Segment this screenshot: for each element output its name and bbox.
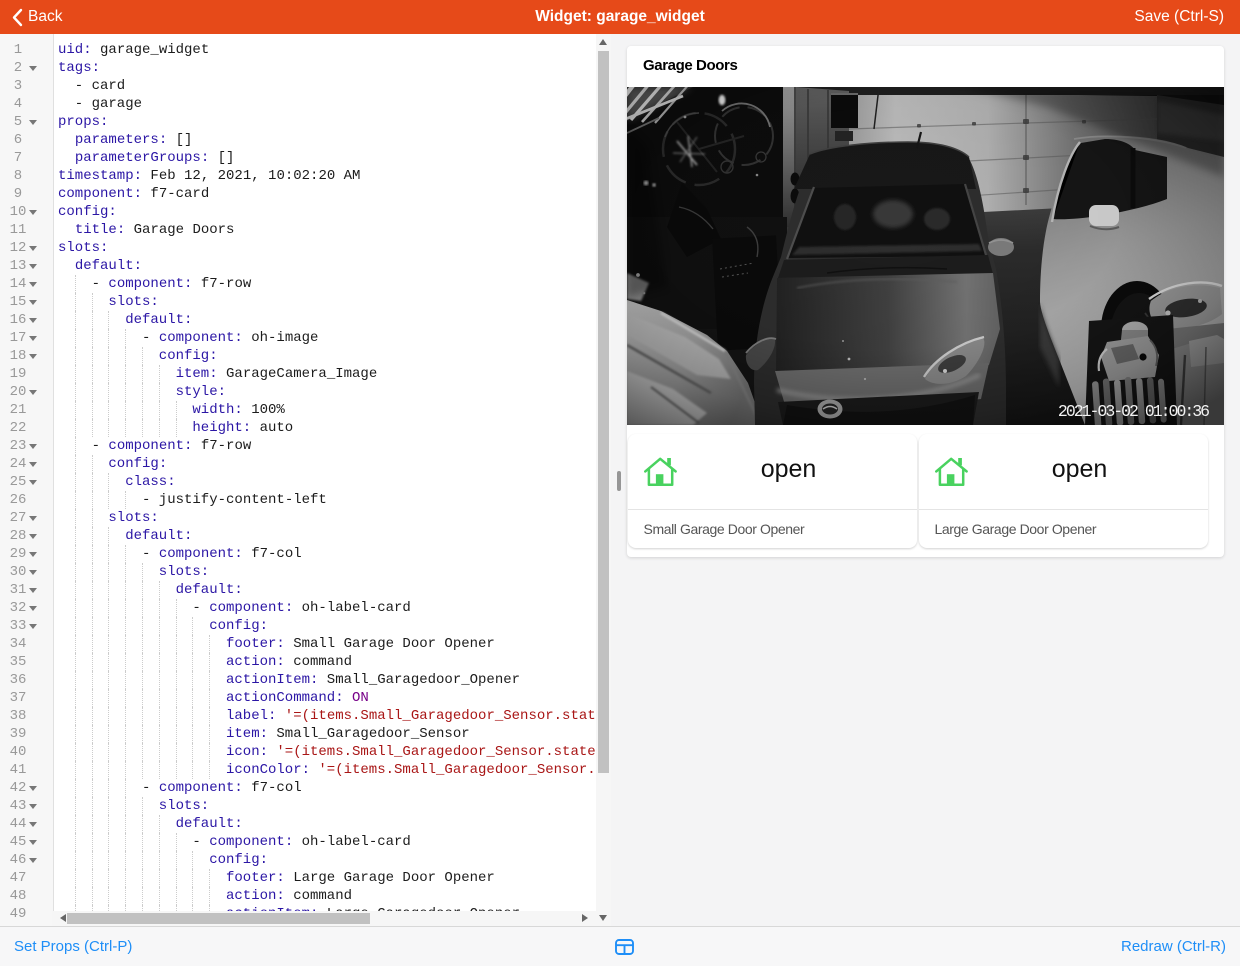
svg-text:2021-03-02 01:00:36: 2021-03-02 01:00:36: [1058, 402, 1209, 421]
